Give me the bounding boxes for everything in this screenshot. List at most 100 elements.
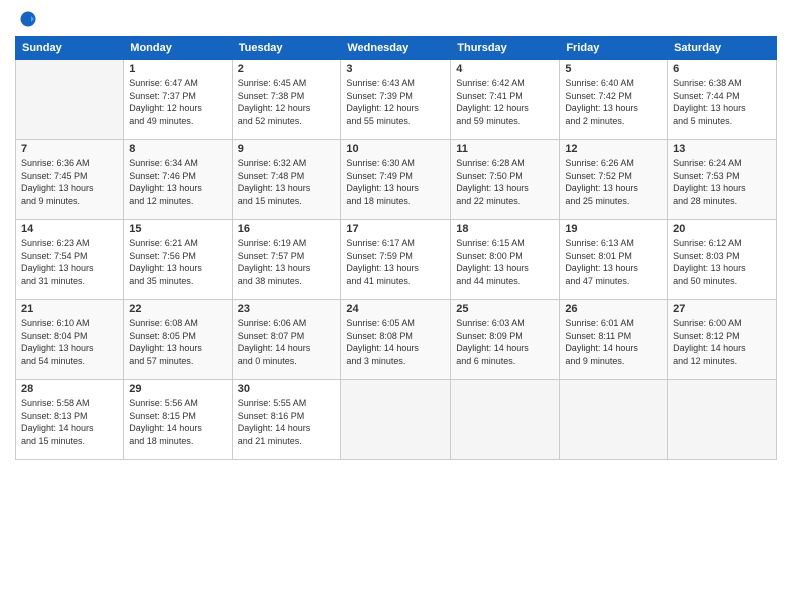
calendar-cell: 8 Sunrise: 6:34 AM Sunset: 7:46 PM Daylig…	[124, 140, 232, 220]
calendar-cell: 3 Sunrise: 6:43 AM Sunset: 7:39 PM Daylig…	[341, 60, 451, 140]
day-number: 27	[673, 303, 771, 315]
calendar-week-row: 28 Sunrise: 5:58 AM Sunset: 8:13 PM Dayli…	[16, 380, 777, 460]
day-number: 23	[238, 303, 336, 315]
day-detail: Sunrise: 6:43 AM Sunset: 7:39 PM Dayligh…	[346, 77, 445, 127]
calendar-cell: 20 Sunrise: 6:12 AM Sunset: 8:03 PM Dayli…	[668, 220, 777, 300]
day-number: 3	[346, 63, 445, 75]
day-number: 11	[456, 143, 554, 155]
day-number: 15	[129, 223, 226, 235]
day-number: 2	[238, 63, 336, 75]
calendar-cell: 16Sunrise: 6:19 AM Sunset: 7:57 PM Dayli…	[232, 220, 341, 300]
calendar-cell: 2 Sunrise: 6:45 AM Sunset: 7:38 PM Daylig…	[232, 60, 341, 140]
header-tuesday: Tuesday	[232, 37, 341, 60]
header-thursday: Thursday	[451, 37, 560, 60]
day-detail: Sunrise: 6:15 AM Sunset: 8:00 PM Dayligh…	[456, 237, 554, 287]
day-number: 14	[21, 223, 118, 235]
day-detail: Sunrise: 6:34 AM Sunset: 7:46 PM Dayligh…	[129, 157, 226, 207]
calendar-cell: 10 Sunrise: 6:30 AM Sunset: 7:49 PM Dayli…	[341, 140, 451, 220]
day-detail: Sunrise: 6:12 AM Sunset: 8:03 PM Dayligh…	[673, 237, 771, 287]
page-header	[15, 10, 777, 28]
calendar-cell: 9 Sunrise: 6:32 AM Sunset: 7:48 PM Daylig…	[232, 140, 341, 220]
day-detail: Sunrise: 6:47 AM Sunset: 7:37 PM Dayligh…	[129, 77, 226, 127]
calendar-cell: 26Sunrise: 6:01 AM Sunset: 8:11 PM Dayli…	[560, 300, 668, 380]
calendar-week-row: 14 Sunrise: 6:23 AM Sunset: 7:54 PM Dayli…	[16, 220, 777, 300]
calendar-cell: 27 Sunrise: 6:00 AM Sunset: 8:12 PM Dayli…	[668, 300, 777, 380]
day-number: 7	[21, 143, 118, 155]
calendar-cell	[451, 380, 560, 460]
day-detail: Sunrise: 6:00 AM Sunset: 8:12 PM Dayligh…	[673, 317, 771, 367]
header-saturday: Saturday	[668, 37, 777, 60]
day-detail: Sunrise: 5:58 AM Sunset: 8:13 PM Dayligh…	[21, 397, 118, 447]
day-number: 8	[129, 143, 226, 155]
day-detail: Sunrise: 6:13 AM Sunset: 8:01 PM Dayligh…	[565, 237, 662, 287]
calendar-table: SundayMondayTuesdayWednesdayThursdayFrid…	[15, 36, 777, 460]
day-number: 9	[238, 143, 336, 155]
day-detail: Sunrise: 6:03 AM Sunset: 8:09 PM Dayligh…	[456, 317, 554, 367]
day-detail: Sunrise: 6:23 AM Sunset: 7:54 PM Dayligh…	[21, 237, 118, 287]
calendar-cell: 21Sunrise: 6:10 AM Sunset: 8:04 PM Dayli…	[16, 300, 124, 380]
calendar-cell: 17 Sunrise: 6:17 AM Sunset: 7:59 PM Dayli…	[341, 220, 451, 300]
day-number: 10	[346, 143, 445, 155]
day-detail: Sunrise: 6:28 AM Sunset: 7:50 PM Dayligh…	[456, 157, 554, 207]
calendar-week-row: 7 Sunrise: 6:36 AM Sunset: 7:45 PM Daylig…	[16, 140, 777, 220]
header-wednesday: Wednesday	[341, 37, 451, 60]
day-detail: Sunrise: 6:30 AM Sunset: 7:49 PM Dayligh…	[346, 157, 445, 207]
day-number: 20	[673, 223, 771, 235]
calendar-cell: 14 Sunrise: 6:23 AM Sunset: 7:54 PM Dayli…	[16, 220, 124, 300]
day-detail: Sunrise: 6:01 AM Sunset: 8:11 PM Dayligh…	[565, 317, 662, 367]
day-detail: Sunrise: 6:17 AM Sunset: 7:59 PM Dayligh…	[346, 237, 445, 287]
calendar-cell: 29 Sunrise: 5:56 AM Sunset: 8:15 PM Dayli…	[124, 380, 232, 460]
calendar-week-row: 1Sunrise: 6:47 AM Sunset: 7:37 PM Daylig…	[16, 60, 777, 140]
day-detail: Sunrise: 6:05 AM Sunset: 8:08 PM Dayligh…	[346, 317, 445, 367]
calendar-header-row: SundayMondayTuesdayWednesdayThursdayFrid…	[16, 37, 777, 60]
calendar-cell: 15 Sunrise: 6:21 AM Sunset: 7:56 PM Dayli…	[124, 220, 232, 300]
logo	[15, 10, 37, 28]
day-number: 29	[129, 383, 226, 395]
day-detail: Sunrise: 6:06 AM Sunset: 8:07 PM Dayligh…	[238, 317, 336, 367]
day-number: 5	[565, 63, 662, 75]
day-detail: Sunrise: 6:24 AM Sunset: 7:53 PM Dayligh…	[673, 157, 771, 207]
calendar-cell	[668, 380, 777, 460]
calendar-cell: 11 Sunrise: 6:28 AM Sunset: 7:50 PM Dayli…	[451, 140, 560, 220]
calendar-cell: 6Sunrise: 6:38 AM Sunset: 7:44 PM Daylig…	[668, 60, 777, 140]
day-detail: Sunrise: 6:21 AM Sunset: 7:56 PM Dayligh…	[129, 237, 226, 287]
day-detail: Sunrise: 6:45 AM Sunset: 7:38 PM Dayligh…	[238, 77, 336, 127]
day-detail: Sunrise: 5:56 AM Sunset: 8:15 PM Dayligh…	[129, 397, 226, 447]
day-detail: Sunrise: 6:36 AM Sunset: 7:45 PM Dayligh…	[21, 157, 118, 207]
calendar-cell: 30 Sunrise: 5:55 AM Sunset: 8:16 PM Dayli…	[232, 380, 341, 460]
calendar-cell: 4 Sunrise: 6:42 AM Sunset: 7:41 PM Daylig…	[451, 60, 560, 140]
day-number: 19	[565, 223, 662, 235]
day-number: 17	[346, 223, 445, 235]
day-number: 21	[21, 303, 118, 315]
day-number: 28	[21, 383, 118, 395]
day-number: 25	[456, 303, 554, 315]
calendar-cell	[341, 380, 451, 460]
calendar-cell: 25 Sunrise: 6:03 AM Sunset: 8:09 PM Dayli…	[451, 300, 560, 380]
header-friday: Friday	[560, 37, 668, 60]
calendar-cell: 22Sunrise: 6:08 AM Sunset: 8:05 PM Dayli…	[124, 300, 232, 380]
day-number: 24	[346, 303, 445, 315]
calendar-week-row: 21Sunrise: 6:10 AM Sunset: 8:04 PM Dayli…	[16, 300, 777, 380]
day-detail: Sunrise: 6:40 AM Sunset: 7:42 PM Dayligh…	[565, 77, 662, 127]
day-detail: Sunrise: 6:26 AM Sunset: 7:52 PM Dayligh…	[565, 157, 662, 207]
calendar-cell: 5 Sunrise: 6:40 AM Sunset: 7:42 PM Daylig…	[560, 60, 668, 140]
day-detail: Sunrise: 6:42 AM Sunset: 7:41 PM Dayligh…	[456, 77, 554, 127]
day-number: 4	[456, 63, 554, 75]
day-number: 13	[673, 143, 771, 155]
calendar-cell: 28 Sunrise: 5:58 AM Sunset: 8:13 PM Dayli…	[16, 380, 124, 460]
calendar-cell: 24 Sunrise: 6:05 AM Sunset: 8:08 PM Dayli…	[341, 300, 451, 380]
day-detail: Sunrise: 6:08 AM Sunset: 8:05 PM Dayligh…	[129, 317, 226, 367]
calendar-cell	[560, 380, 668, 460]
calendar-cell: 1Sunrise: 6:47 AM Sunset: 7:37 PM Daylig…	[124, 60, 232, 140]
calendar-cell: 12Sunrise: 6:26 AM Sunset: 7:52 PM Dayli…	[560, 140, 668, 220]
day-detail: Sunrise: 6:38 AM Sunset: 7:44 PM Dayligh…	[673, 77, 771, 127]
calendar-cell: 18 Sunrise: 6:15 AM Sunset: 8:00 PM Dayli…	[451, 220, 560, 300]
calendar-cell: 19 Sunrise: 6:13 AM Sunset: 8:01 PM Dayli…	[560, 220, 668, 300]
day-detail: Sunrise: 5:55 AM Sunset: 8:16 PM Dayligh…	[238, 397, 336, 447]
header-sunday: Sunday	[16, 37, 124, 60]
day-detail: Sunrise: 6:32 AM Sunset: 7:48 PM Dayligh…	[238, 157, 336, 207]
calendar-cell: 13 Sunrise: 6:24 AM Sunset: 7:53 PM Dayli…	[668, 140, 777, 220]
day-number: 18	[456, 223, 554, 235]
day-number: 30	[238, 383, 336, 395]
header-monday: Monday	[124, 37, 232, 60]
